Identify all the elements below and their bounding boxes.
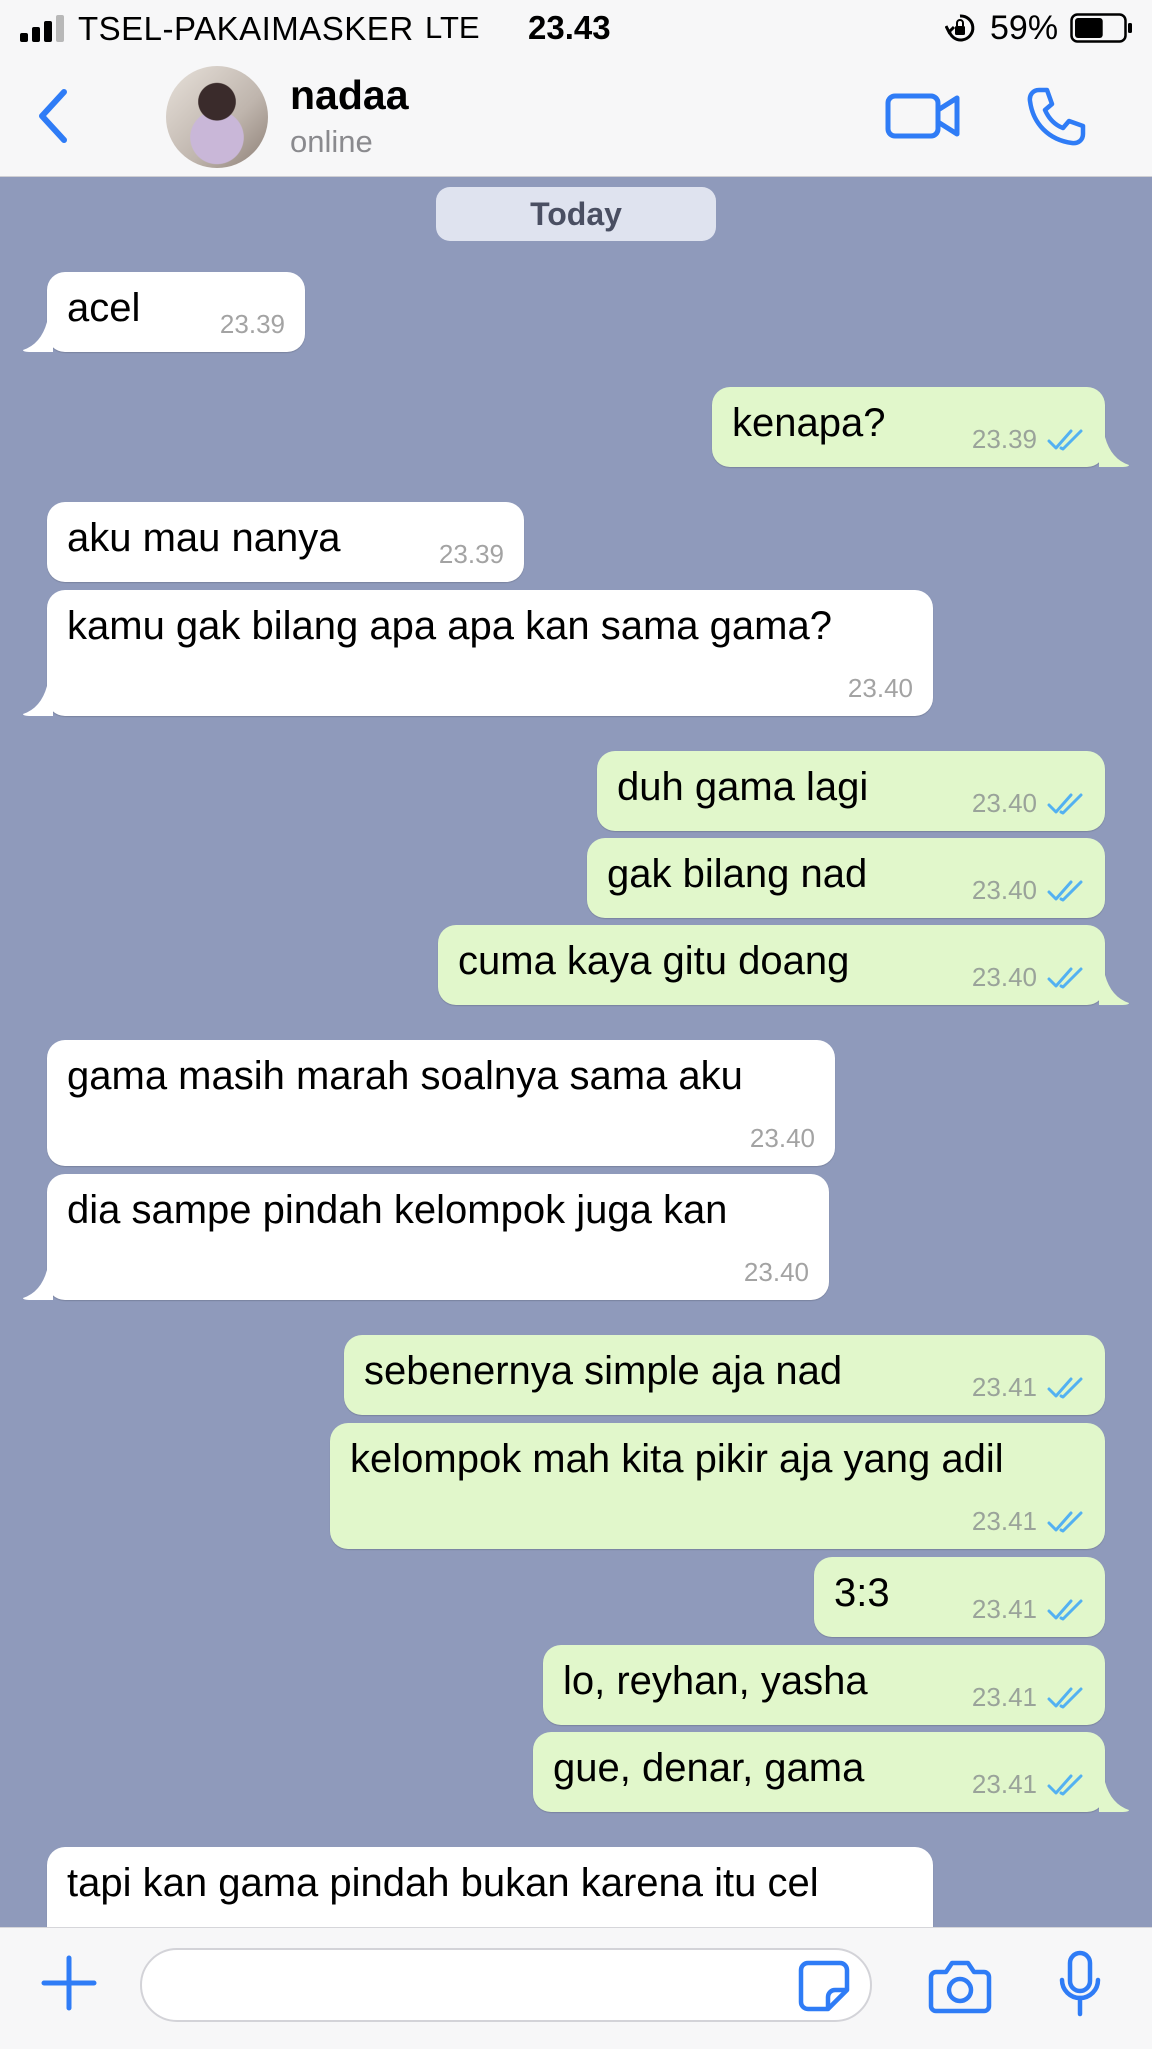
microphone-icon[interactable]: [1058, 1950, 1102, 2020]
message-timestamp: 23.40: [743, 1257, 809, 1287]
message-list[interactable]: Today acel 23.39 kenapa? 23.39 aku mau nanya…: [0, 177, 1152, 1927]
bubble-tail: [23, 322, 53, 352]
sticker-icon[interactable]: [798, 1960, 850, 2012]
message-timestamp: 23.41: [971, 1769, 1037, 1799]
read-ticks-icon: [1047, 1511, 1083, 1532]
incoming-message-bubble[interactable]: dia sampe pindah kelompok juga kan 23.40: [23, 1174, 829, 1300]
message-meta: 23.39: [972, 424, 1085, 455]
message-timestamp: 23.39: [219, 309, 285, 339]
message-timestamp: 23.40: [971, 788, 1037, 818]
incoming-message-bubble[interactable]: tapi kan gama pindah bukan karena itu ce…: [47, 1847, 933, 1927]
contact-status: online: [290, 124, 373, 159]
outgoing-message-bubble[interactable]: duh gama lagi 23.40: [597, 751, 1105, 831]
plus-icon[interactable]: [40, 1954, 98, 2012]
read-ticks-icon: [1047, 1774, 1083, 1795]
camera-icon[interactable]: [928, 1958, 992, 2014]
contact-name[interactable]: nadaa: [290, 72, 409, 119]
carrier-name: TSEL-PAKAIMASKER: [78, 10, 414, 47]
message-meta: 23.41: [972, 1769, 1085, 1800]
bubble-tail: [1099, 437, 1129, 467]
outgoing-message-bubble[interactable]: kenapa? 23.39: [712, 387, 1129, 467]
chat-header: nadaa online: [0, 58, 1152, 177]
video-camera-icon[interactable]: [885, 88, 961, 144]
outgoing-message-bubble[interactable]: cuma kaya gitu doang 23.40: [438, 925, 1129, 1005]
message-timestamp: 23.39: [438, 539, 504, 569]
message-timestamp: 23.40: [971, 875, 1037, 905]
incoming-message-bubble[interactable]: kamu gak bilang apa apa kan sama gama? 23…: [23, 590, 933, 716]
outgoing-message-bubble[interactable]: gak bilang nad 23.40: [587, 838, 1105, 918]
message-timestamp: 23.41: [971, 1594, 1037, 1624]
outgoing-message-bubble[interactable]: 3:3 23.41: [814, 1557, 1105, 1637]
message-timestamp: 23.40: [749, 1123, 815, 1153]
read-ticks-icon: [1047, 1377, 1083, 1398]
read-ticks-icon: [1047, 429, 1083, 450]
message-meta: 23.40: [972, 788, 1085, 819]
avatar[interactable]: [166, 66, 268, 168]
message-timestamp: 23.40: [971, 962, 1037, 992]
read-ticks-icon: [1047, 1599, 1083, 1620]
network-type: LTE: [425, 10, 480, 45]
message-meta: 23.40: [972, 875, 1085, 906]
battery-icon: [1070, 13, 1132, 43]
chevron-left-icon[interactable]: [30, 86, 78, 146]
message-meta: 23.41: [972, 1372, 1085, 1403]
bubble-tail: [23, 686, 53, 716]
message-text: kamu gak bilang apa apa kan sama gama?: [67, 604, 832, 648]
incoming-message-bubble[interactable]: aku mau nanya 23.39: [47, 502, 524, 582]
status-bar: TSEL-PAKAIMASKER LTE 23.43 59%: [0, 0, 1152, 58]
message-timestamp: 23.39: [971, 424, 1037, 454]
date-separator: Today: [436, 187, 716, 241]
message-timestamp: 23.40: [847, 673, 913, 703]
signal-strength-icon: [20, 15, 66, 42]
read-ticks-icon: [1047, 793, 1083, 814]
message-meta: 23.40: [848, 673, 913, 704]
message-text: gama masih marah soalnya sama aku: [67, 1054, 743, 1098]
message-meta: 23.40: [744, 1257, 809, 1288]
bubble-tail: [1099, 975, 1129, 1005]
battery-percentage: 59%: [990, 9, 1059, 47]
message-text: tapi kan gama pindah bukan karena itu ce…: [67, 1861, 819, 1905]
message-input[interactable]: [140, 1948, 872, 2022]
clock: 23.43: [528, 9, 611, 46]
message-text: dia sampe pindah kelompok juga kan: [67, 1188, 728, 1232]
message-meta: 23.41: [972, 1506, 1085, 1537]
message-timestamp: 23.41: [971, 1682, 1037, 1712]
message-meta: 23.39: [220, 309, 285, 340]
outgoing-message-bubble[interactable]: lo, reyhan, yasha 23.41: [543, 1645, 1105, 1725]
message-timestamp: 23.41: [971, 1506, 1037, 1536]
bubble-tail: [23, 1270, 53, 1300]
read-ticks-icon: [1047, 880, 1083, 901]
input-bar: [0, 1927, 1152, 2049]
outgoing-message-bubble[interactable]: gue, denar, gama 23.41: [533, 1732, 1129, 1812]
read-ticks-icon: [1047, 967, 1083, 988]
message-text: kelompok mah kita pikir aja yang adil: [350, 1437, 1004, 1481]
phone-icon[interactable]: [1025, 86, 1087, 148]
incoming-message-bubble[interactable]: acel 23.39: [23, 272, 305, 352]
outgoing-message-bubble[interactable]: sebenernya simple aja nad 23.41: [344, 1335, 1105, 1415]
message-meta: 23.39: [439, 539, 504, 570]
message-timestamp: 23.41: [971, 1372, 1037, 1402]
bubble-tail: [1099, 1782, 1129, 1812]
message-meta: 23.41: [972, 1594, 1085, 1625]
outgoing-message-bubble[interactable]: kelompok mah kita pikir aja yang adil 23.…: [330, 1423, 1105, 1549]
incoming-message-bubble[interactable]: gama masih marah soalnya sama aku 23.40: [47, 1040, 835, 1166]
message-meta: 23.41: [972, 1682, 1085, 1713]
message-meta: 23.40: [750, 1123, 815, 1154]
read-ticks-icon: [1047, 1687, 1083, 1708]
rotation-lock-icon: [945, 14, 975, 42]
message-meta: 23.40: [972, 962, 1085, 993]
